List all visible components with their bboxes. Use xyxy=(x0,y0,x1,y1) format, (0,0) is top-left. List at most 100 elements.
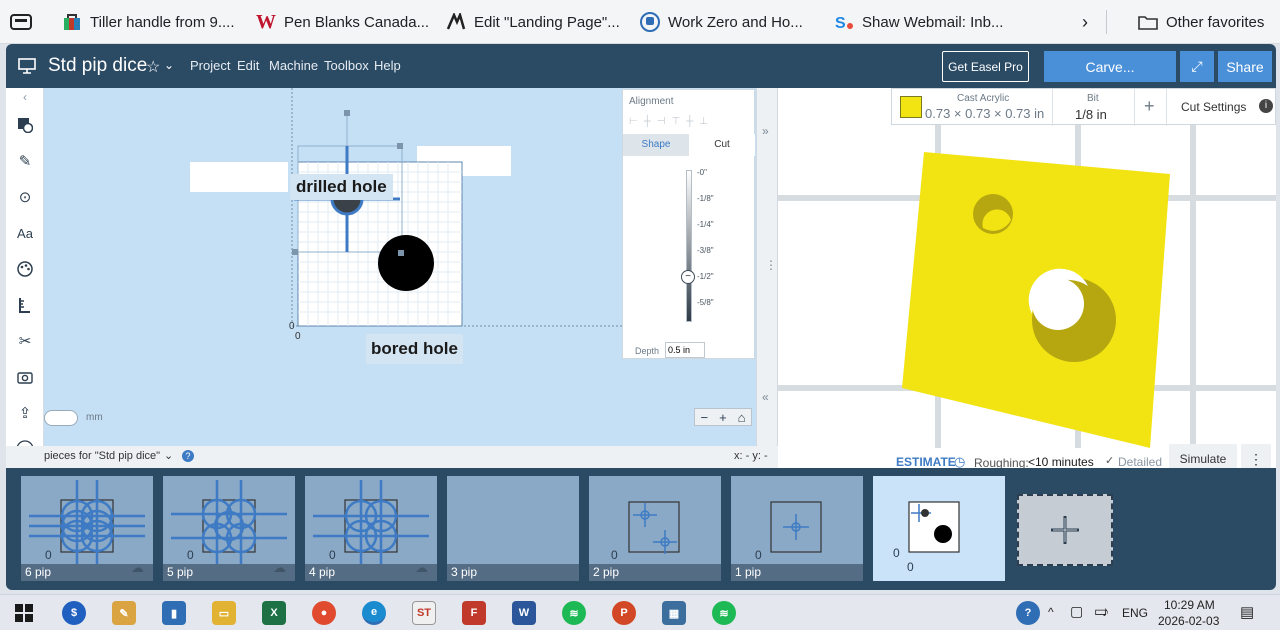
favorite-item-3[interactable]: Work Zero and Ho... xyxy=(640,0,803,44)
zoom-out-icon[interactable]: − xyxy=(700,410,708,425)
3d-preview[interactable] xyxy=(778,88,1276,448)
project-title[interactable]: Std pip dice xyxy=(48,55,147,77)
file-explorer-icon[interactable]: ▭ xyxy=(212,601,236,625)
clock-date[interactable]: 2026-02-03 xyxy=(1158,614,1219,628)
depth-input[interactable] xyxy=(665,342,705,358)
help-icon[interactable]: ? xyxy=(182,450,194,462)
menu-toolbox[interactable]: Toolbox xyxy=(324,58,369,73)
language-indicator[interactable]: ENG xyxy=(1122,606,1148,620)
home-icon[interactable]: ⌂ xyxy=(738,410,746,425)
windows-start-icon[interactable] xyxy=(12,601,36,625)
info-icon[interactable]: i xyxy=(1259,99,1273,113)
piece-current[interactable]: 0 0 xyxy=(873,476,1005,581)
piece-2-pip[interactable]: 0 2 pip xyxy=(589,476,721,581)
add-piece-button[interactable] xyxy=(1017,494,1113,566)
align-right-icon[interactable]: ⊣ xyxy=(657,116,666,130)
chrome-icon[interactable]: ● xyxy=(312,601,336,625)
upload-icon[interactable]: ⇪ xyxy=(6,400,44,426)
chevrons-down-icon[interactable]: ⌄ xyxy=(164,449,173,462)
alignment-icons[interactable]: ⊢ ┼ ⊣ ⊤ ┼ ⊥ xyxy=(629,116,751,130)
calculator-icon[interactable]: ▦ xyxy=(662,601,686,625)
tab-cut[interactable]: Cut xyxy=(689,134,755,156)
share-button[interactable]: Share xyxy=(1218,51,1272,82)
detailed-label[interactable]: Detailed xyxy=(1118,455,1162,469)
align-bottom-icon[interactable]: ⊥ xyxy=(699,116,708,130)
fit-expand-icon[interactable]: ⤢ xyxy=(1180,51,1214,82)
align-left-icon[interactable]: ⊢ xyxy=(629,116,638,130)
collapse-chevron-icon[interactable]: ‹ xyxy=(6,88,44,106)
zoom-in-icon[interactable]: + xyxy=(719,410,727,425)
menu-edit[interactable]: Edit xyxy=(237,58,259,73)
shapes-icon[interactable] xyxy=(6,112,44,138)
menu-help[interactable]: Help xyxy=(374,58,401,73)
depth-slider-handle[interactable]: − xyxy=(681,270,695,284)
align-middle-icon[interactable]: ┼ xyxy=(686,116,693,130)
drilled-hole-label[interactable]: drilled hole xyxy=(290,174,393,200)
align-top-icon[interactable]: ⊤ xyxy=(672,116,681,130)
cut-settings-link[interactable]: Cut Settings xyxy=(1181,100,1246,114)
canvas-drawing[interactable] xyxy=(44,88,622,434)
piece-3-pip[interactable]: 3 pip xyxy=(447,476,579,581)
other-favorites[interactable]: Other favorites xyxy=(1138,0,1264,44)
depth-slider-track[interactable] xyxy=(686,170,692,322)
favorite-item-0[interactable]: Tiller handle from 9.... xyxy=(62,0,235,44)
help-tray-icon[interactable]: ? xyxy=(1016,601,1040,625)
add-bit-button[interactable]: + xyxy=(1144,96,1155,117)
favorite-item-4[interactable]: S Shaw Webmail: Inb... xyxy=(834,0,1003,44)
files-app-icon[interactable]: ▮ xyxy=(162,601,186,625)
spotify-icon[interactable]: ≋ xyxy=(562,601,586,625)
st-app-icon[interactable]: ST xyxy=(412,601,436,625)
ruler-icon[interactable] xyxy=(6,292,44,318)
material-name[interactable]: Cast Acrylic xyxy=(957,93,1009,104)
chevrons-right-icon[interactable]: » xyxy=(762,124,769,138)
palette-icon[interactable] xyxy=(6,256,44,282)
chevron-down-icon[interactable]: ⌄ xyxy=(164,58,174,72)
drag-handle-icon[interactable]: ⋮ xyxy=(765,258,777,272)
favorite-item-1[interactable]: W Pen Blanks Canada... xyxy=(256,0,429,44)
panel-divider[interactable]: » ⋮ « xyxy=(756,88,778,448)
chevrons-left-icon[interactable]: « xyxy=(762,390,769,404)
collections-icon[interactable] xyxy=(10,0,32,44)
bit-value[interactable]: 1/8 in xyxy=(1075,107,1107,122)
notifications-icon[interactable]: ▤ xyxy=(1240,603,1254,621)
favorite-item-2[interactable]: Edit "Landing Page"... xyxy=(446,0,620,44)
camera-icon[interactable] xyxy=(6,364,44,390)
piece-6-pip[interactable]: 0 ☁ 6 pip xyxy=(21,476,153,581)
bag-icon xyxy=(62,12,82,32)
material-color-swatch[interactable] xyxy=(900,96,922,118)
carve-button[interactable]: Carve... xyxy=(1044,51,1176,82)
estimate-label[interactable]: ESTIMATE xyxy=(896,455,956,469)
powerpoint-icon[interactable]: P xyxy=(612,601,636,625)
network-icon[interactable]: ▢ xyxy=(1070,603,1083,620)
piece-1-pip[interactable]: 0 1 pip xyxy=(731,476,863,581)
volume-icon[interactable]: ♪ xyxy=(1102,603,1109,619)
word-icon[interactable]: W xyxy=(512,601,536,625)
scissors-icon[interactable]: ✂ xyxy=(6,328,44,354)
menu-project[interactable]: Project xyxy=(190,58,230,73)
piece-5-pip[interactable]: 0 ☁ 5 pip xyxy=(163,476,295,581)
material-dimensions[interactable]: 0.73 × 0.73 × 0.73 in xyxy=(925,106,1044,121)
bored-hole-label[interactable]: bored hole xyxy=(366,334,463,364)
align-center-icon[interactable]: ┼ xyxy=(644,116,651,130)
piece-4-pip[interactable]: 0 ☁ 4 pip xyxy=(305,476,437,581)
clock-time[interactable]: 10:29 AM xyxy=(1164,598,1215,612)
spotify-icon-2[interactable]: ≋ xyxy=(712,601,736,625)
unit-toggle-label: mm xyxy=(86,412,103,423)
edge-icon[interactable]: e xyxy=(362,601,386,625)
finance-app-icon[interactable]: $ xyxy=(62,601,86,625)
chevron-right-icon[interactable]: › xyxy=(1082,0,1088,44)
depth-tick-5: -5/8" xyxy=(697,298,714,307)
star-icon[interactable]: ☆ xyxy=(146,57,160,77)
paint-icon[interactable]: ✎ xyxy=(112,601,136,625)
target-icon[interactable]: ⊙ xyxy=(6,184,44,210)
chevron-up-icon[interactable]: ^ xyxy=(1048,605,1054,619)
fusion-app-icon[interactable]: F xyxy=(462,601,486,625)
monitor-icon[interactable] xyxy=(18,58,36,77)
tab-shape[interactable]: Shape xyxy=(623,134,689,156)
unit-toggle[interactable] xyxy=(44,410,78,426)
get-easel-pro-button[interactable]: Get Easel Pro xyxy=(942,51,1029,82)
excel-icon[interactable]: X xyxy=(262,601,286,625)
pen-icon[interactable]: ✎ xyxy=(6,148,44,174)
menu-machine[interactable]: Machine xyxy=(269,58,318,73)
text-icon[interactable]: Aa xyxy=(6,220,44,246)
